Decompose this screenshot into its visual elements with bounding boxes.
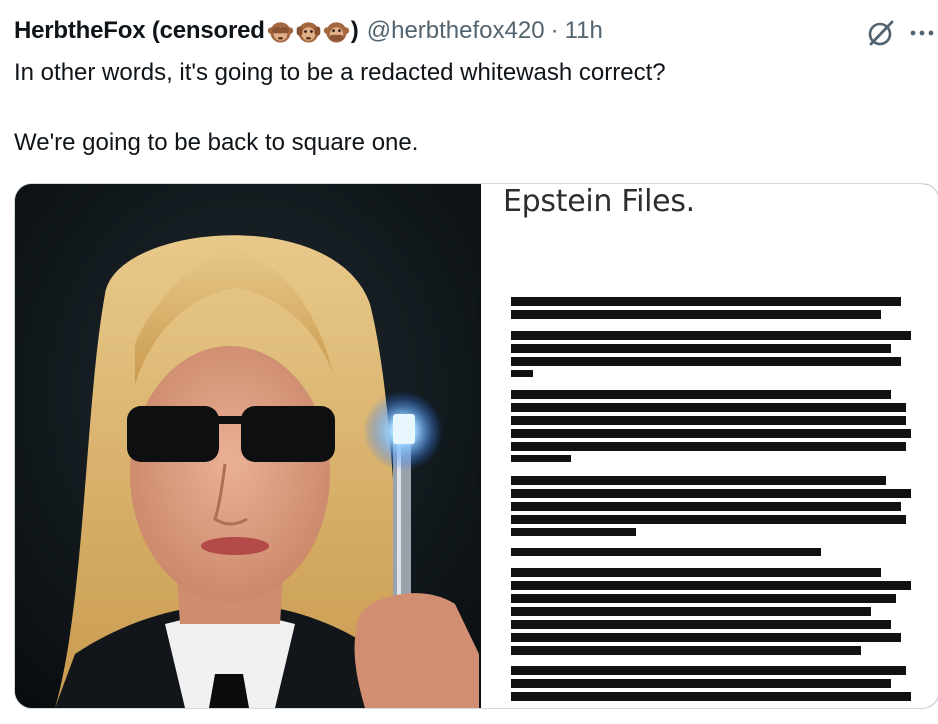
emoji-group <box>267 18 350 45</box>
grok-slash-icon[interactable] <box>866 18 896 48</box>
redaction-bars <box>511 297 911 701</box>
more-options-icon[interactable] <box>908 20 938 46</box>
display-name[interactable]: HerbtheFox (censored <box>14 17 265 45</box>
hear-no-evil-monkey-icon <box>296 21 321 42</box>
user-handle[interactable]: @herbthefox420 <box>367 17 545 45</box>
tweet-media[interactable]: Epstein Files. <box>14 183 938 709</box>
tweet-header: HerbtheFox (censored ) @herbthefox420 · … <box>14 14 603 48</box>
timestamp[interactable]: 11h <box>565 17 603 45</box>
tweet-text-line-1: In other words, it's going to be a redac… <box>14 59 666 86</box>
display-name-close-paren: ) <box>350 17 359 44</box>
see-no-evil-monkey-icon <box>267 21 293 42</box>
redacted-document-image[interactable]: Epstein Files. <box>481 184 938 708</box>
separator-dot: · <box>550 17 559 44</box>
woman-sunglasses-photo[interactable] <box>15 184 479 708</box>
tweet-text-line-2: We're going to be back to square one. <box>14 129 419 156</box>
speak-no-evil-monkey-icon <box>323 21 349 42</box>
